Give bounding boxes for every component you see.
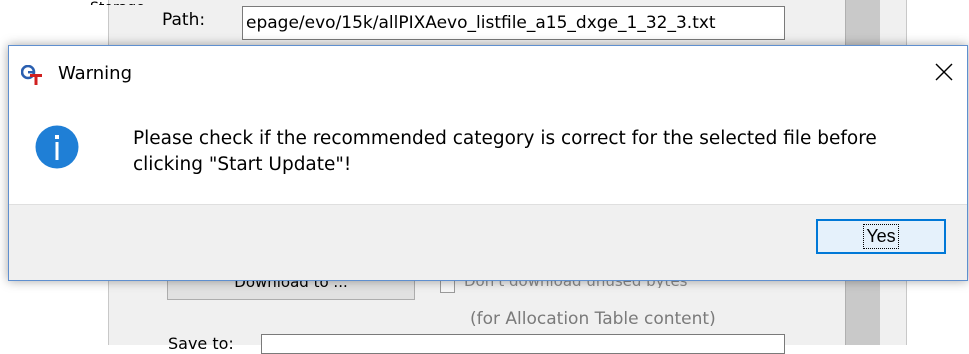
message-line-1: Please check if the recommended category…: [133, 128, 877, 149]
dialog-message: Please check if the recommended category…: [133, 126, 953, 178]
path-field[interactable]: epage/evo/15k/allPIXAevo_listfile_a15_dx…: [242, 6, 785, 40]
dialog-title: Warning: [58, 63, 133, 84]
allocation-note: (for Allocation Table content): [470, 309, 716, 329]
app-logo-icon: [21, 65, 42, 85]
message-line-2: clicking "Start Update"!: [133, 154, 352, 175]
close-icon: [935, 63, 953, 81]
background-top-text: Storage: [90, 0, 230, 5]
path-label: Path:: [162, 10, 206, 30]
dialog-footer: Yes: [9, 204, 967, 280]
info-icon: [35, 125, 79, 169]
yes-button[interactable]: Yes: [816, 219, 946, 254]
yes-button-label: Yes: [863, 224, 899, 249]
warning-dialog: Warning Please check if the recommended …: [8, 45, 968, 281]
save-to-field[interactable]: [261, 334, 785, 354]
save-to-label: Save to:: [168, 334, 234, 353]
close-button[interactable]: [921, 46, 967, 98]
dialog-titlebar: Warning: [9, 46, 967, 98]
